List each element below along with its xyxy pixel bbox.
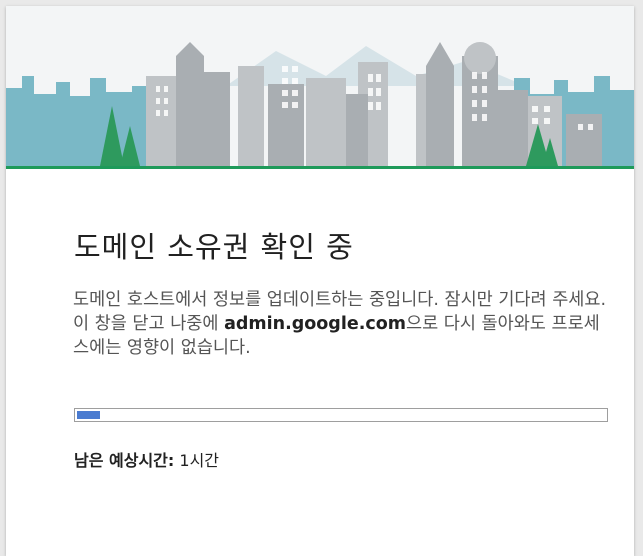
- estimated-time-remaining: 남은 예상시간: 1시간: [74, 447, 219, 471]
- city-skyline-illustration: [6, 42, 634, 166]
- dialog-title: 도메인 소유권 확인 중: [74, 230, 354, 264]
- progress-bar-fill: [77, 411, 100, 419]
- city-skyline-banner: [6, 6, 634, 166]
- dialog-description: 도메인 호스트에서 정보를 업데이트하는 중입니다. 잠시만 기다려 주세요. …: [73, 288, 613, 360]
- banner-ground-line: [6, 166, 634, 169]
- verification-dialog: 도메인 소유권 확인 중 도메인 호스트에서 정보를 업데이트하는 중입니다. …: [6, 6, 634, 556]
- admin-domain-text: admin.google.com: [224, 314, 406, 334]
- progress-bar: [74, 408, 608, 422]
- eta-label: 남은 예상시간:: [74, 451, 175, 470]
- eta-value: 1시간: [179, 451, 220, 470]
